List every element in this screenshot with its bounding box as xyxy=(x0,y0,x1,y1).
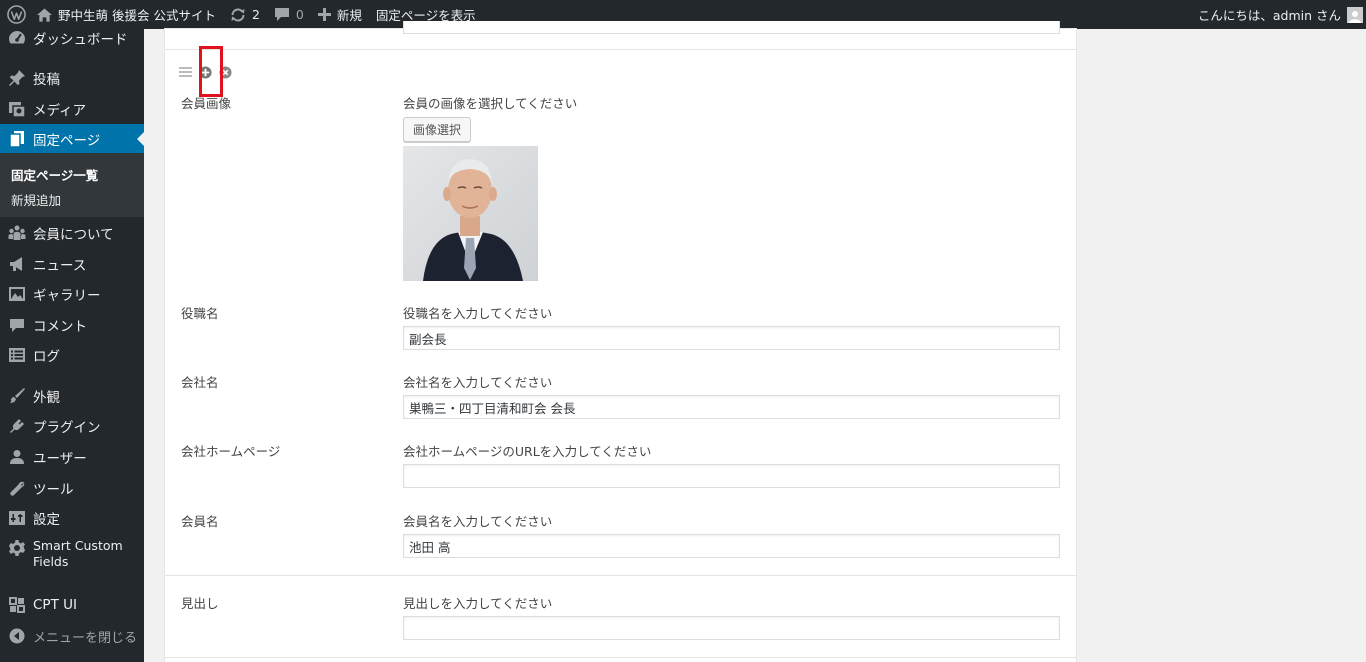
menu-tools-label: ツール xyxy=(33,482,74,498)
heading-label: 見出し xyxy=(181,596,219,611)
homepage-label: 会社ホームページ xyxy=(181,444,281,459)
menu-media-label: メディア xyxy=(33,103,87,119)
menu-gallery[interactable]: ギャラリー xyxy=(0,279,144,309)
grid-icon xyxy=(7,595,27,615)
menu-dashboard-label: ダッシュボード xyxy=(33,32,128,48)
menu-users-label: ユーザー xyxy=(33,451,87,467)
member-name-input[interactable] xyxy=(403,534,1060,558)
member-image-instruction: 会員の画像を選択してください xyxy=(403,96,578,111)
position-instruction: 役職名を入力してください xyxy=(403,306,553,321)
menu-plugins[interactable]: プラグイン xyxy=(0,411,144,441)
my-account-link[interactable]: こんにちは、admin さん xyxy=(1191,0,1366,29)
menu-settings-label: 設定 xyxy=(33,512,60,528)
menu-appearance-label: 外観 xyxy=(33,390,60,406)
heading-input[interactable] xyxy=(403,616,1060,640)
menu-collapse-label: メニューを閉じる xyxy=(33,630,138,646)
heading-instruction: 見出しを入力してください xyxy=(403,596,553,611)
menu-news-label: ニュース xyxy=(33,258,87,274)
plugin-icon xyxy=(7,416,27,436)
homepage-input[interactable] xyxy=(403,464,1060,488)
comment-icon xyxy=(274,7,290,22)
menu-members-label: 会員について xyxy=(33,227,114,243)
megaphone-icon xyxy=(7,254,27,274)
comment-bubble-icon xyxy=(7,315,27,335)
menu-plugins-label: プラグイン xyxy=(33,420,101,436)
highlight-box xyxy=(199,46,223,97)
submenu-add-new[interactable]: 新規追加 xyxy=(11,190,61,209)
pages-submenu: 固定ページ一覧 新規追加 xyxy=(0,153,144,217)
menu-news[interactable]: ニュース xyxy=(0,249,144,279)
greeting: こんにちは、admin さん xyxy=(1197,8,1341,23)
avatar xyxy=(1347,6,1363,23)
divider xyxy=(165,657,1076,658)
member-photo[interactable] xyxy=(403,146,538,281)
menu-tools[interactable]: ツール xyxy=(0,473,144,503)
menu-cpt-ui-label: CPT UI xyxy=(33,597,77,613)
menu-posts[interactable]: 投稿 xyxy=(0,63,144,93)
position-input[interactable] xyxy=(403,326,1060,350)
previous-field-input[interactable] xyxy=(403,21,1060,34)
divider xyxy=(165,575,1076,576)
plus-icon xyxy=(317,8,331,21)
menu-gallery-label: ギャラリー xyxy=(33,288,101,304)
menu-dashboard[interactable]: ダッシュボード xyxy=(0,23,144,53)
paintbrush-icon xyxy=(7,386,27,406)
menu-pages[interactable]: 固定ページ xyxy=(0,124,144,154)
pages-icon xyxy=(7,129,27,149)
menu-collapse[interactable]: メニューを閉じる xyxy=(0,621,144,651)
admin-sidebar: ダッシュボード 投稿 メディア 固定ページ 固定ページ一覧 新規追加 会員につい… xyxy=(0,29,144,662)
menu-appearance[interactable]: 外観 xyxy=(0,381,144,411)
site-name: 野中生萌 後援会 公式サイト xyxy=(58,8,216,23)
position-label: 役職名 xyxy=(181,306,219,321)
dashboard-icon xyxy=(7,28,27,48)
menu-users[interactable]: ユーザー xyxy=(0,442,144,472)
drag-handle-icon[interactable] xyxy=(178,65,192,79)
select-image-button[interactable]: 画像選択 xyxy=(403,117,472,142)
menu-comments-label: コメント xyxy=(33,319,87,335)
comments-link[interactable]: 0 xyxy=(267,0,311,29)
groups-icon xyxy=(7,223,27,243)
company-instruction: 会社名を入力してください xyxy=(403,375,553,390)
menu-pages-label: 固定ページ xyxy=(33,133,101,149)
menu-posts-label: 投稿 xyxy=(33,72,60,88)
gear-icon xyxy=(7,538,27,558)
update-icon xyxy=(230,7,246,23)
menu-cpt-ui[interactable]: CPT UI xyxy=(0,590,144,620)
company-input[interactable] xyxy=(403,395,1060,419)
custom-fields-panel: 会員画像 会員の画像を選択してください 画像選択 役職名 役職名を入力してくださ… xyxy=(164,21,1077,662)
comments-count: 0 xyxy=(295,7,304,22)
content-area: 会員画像 会員の画像を選択してください 画像選択 役職名 役職名を入力してくださ… xyxy=(144,21,1366,662)
menu-settings[interactable]: 設定 xyxy=(0,503,144,533)
new-content-link[interactable]: 新規 xyxy=(311,0,369,29)
updates-count: 2 xyxy=(251,7,260,22)
wrench-icon xyxy=(7,478,27,498)
menu-log[interactable]: ログ xyxy=(0,340,144,370)
member-name-instruction: 会員名を入力してください xyxy=(403,514,553,529)
new-label: 新規 xyxy=(336,8,362,23)
homepage-instruction: 会社ホームページのURLを入力してください xyxy=(403,444,652,459)
collapse-arrow-icon xyxy=(7,626,27,646)
menu-log-label: ログ xyxy=(33,349,60,365)
menu-media[interactable]: メディア xyxy=(0,94,144,124)
list-icon xyxy=(7,345,27,365)
menu-smart-custom-fields-label: Smart Custom Fields xyxy=(33,538,123,569)
menu-smart-custom-fields[interactable]: Smart Custom Fields xyxy=(0,534,144,574)
updates-link[interactable]: 2 xyxy=(223,0,267,29)
user-icon xyxy=(7,447,27,467)
member-name-label: 会員名 xyxy=(181,514,219,529)
pin-icon xyxy=(7,68,27,88)
home-icon xyxy=(37,7,52,22)
menu-comments[interactable]: コメント xyxy=(0,310,144,340)
company-label: 会社名 xyxy=(181,375,219,390)
submenu-all-pages[interactable]: 固定ページ一覧 xyxy=(11,165,98,184)
settings-sliders-icon xyxy=(7,508,27,528)
member-image-label: 会員画像 xyxy=(181,96,232,111)
divider xyxy=(165,49,1076,50)
media-icon xyxy=(7,99,27,119)
gallery-icon xyxy=(7,284,27,304)
menu-members[interactable]: 会員について xyxy=(0,218,144,248)
